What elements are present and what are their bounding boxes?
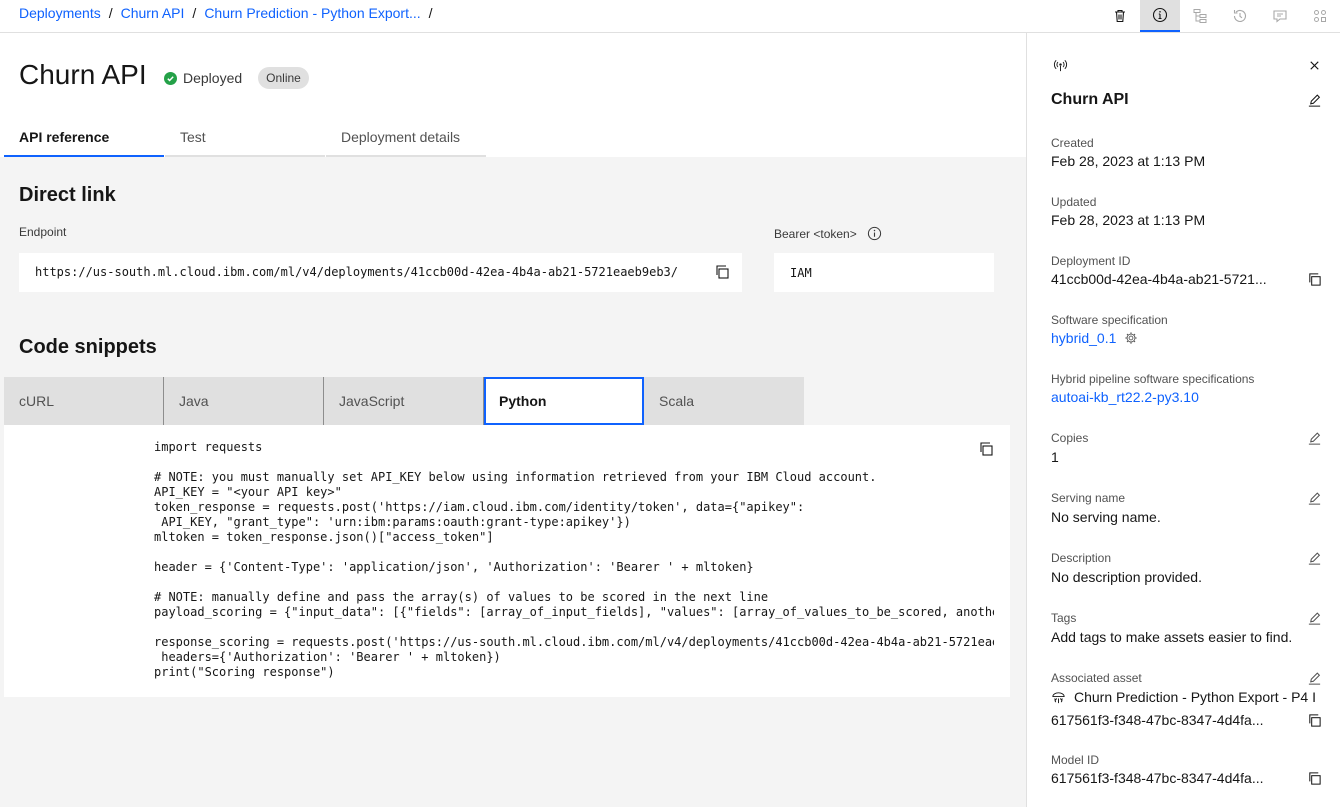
copy-code-button[interactable]	[976, 439, 996, 459]
edit-serving-name-icon[interactable]	[1305, 489, 1323, 507]
code-tab-curl[interactable]: cURL	[4, 377, 164, 425]
copy-deployment-id-icon[interactable]	[1305, 270, 1323, 288]
tags-label: Tags	[1051, 611, 1077, 625]
copies-label: Copies	[1051, 431, 1089, 445]
bearer-token-label: Bearer <token>	[774, 226, 857, 241]
page-title: Churn API	[19, 59, 147, 90]
copy-endpoint-button[interactable]	[712, 262, 732, 282]
associated-asset-row[interactable]: Churn Prediction - Python Export - P4 I	[1051, 689, 1321, 705]
associated-asset-id: 617561f3-f348-47bc-8347-4d4fa...	[1051, 712, 1264, 728]
tab-test[interactable]: Test	[165, 119, 325, 157]
trash-icon[interactable]	[1100, 0, 1140, 32]
edit-description-icon[interactable]	[1305, 549, 1323, 567]
breadcrumb-separator: /	[428, 5, 433, 21]
code-tab-python[interactable]: Python	[484, 377, 644, 425]
model-id-label: Model ID	[1051, 753, 1100, 767]
code-tab-scala[interactable]: Scala	[644, 377, 804, 425]
updated-value: Feb 28, 2023 at 1:13 PM	[1051, 212, 1206, 228]
model-icon	[1052, 691, 1065, 703]
description-label: Description	[1051, 551, 1112, 565]
code-snippet[interactable]: import requests # NOTE: you must manuall…	[154, 440, 994, 680]
deployment-status: Deployed Online	[164, 67, 309, 89]
description-value: No description provided.	[1051, 569, 1202, 585]
breadcrumb-churn-prediction[interactable]: Churn Prediction - Python Export...	[204, 5, 420, 21]
endpoint-label: Endpoint	[19, 225, 67, 239]
software-spec-link[interactable]: hybrid_0.1	[1051, 330, 1116, 346]
edit-asset-icon[interactable]	[1305, 669, 1323, 687]
checkmark-icon	[164, 71, 177, 85]
edit-copies-icon[interactable]	[1305, 429, 1323, 447]
breadcrumb: Deployments / Churn API / Churn Predicti…	[19, 5, 433, 21]
tab-api-reference[interactable]: API reference	[4, 119, 164, 157]
breadcrumb-churn-api[interactable]: Churn API	[121, 5, 185, 21]
code-tab-java[interactable]: Java	[164, 377, 324, 425]
apps-icon[interactable]	[1300, 0, 1340, 32]
close-icon[interactable]	[1305, 56, 1323, 74]
tab-deployment-details[interactable]: Deployment details	[326, 119, 486, 157]
top-bar: Deployments / Churn API / Churn Predicti…	[0, 0, 1340, 33]
associated-asset-name: Churn Prediction - Python Export - P4 I	[1074, 689, 1316, 705]
status-badge: Online	[258, 67, 309, 89]
copies-value: 1	[1051, 449, 1059, 465]
deployment-broadcast-icon	[1051, 56, 1069, 74]
status-label: Deployed	[183, 70, 243, 86]
serving-name-label: Serving name	[1051, 491, 1126, 505]
details-side-panel: Churn API Created Feb 28, 2023 at 1:13 P…	[1026, 33, 1340, 807]
main-content: Churn API Deployed Online API reference …	[0, 33, 1026, 807]
hybrid-spec-label: Hybrid pipeline software specifications	[1051, 372, 1255, 386]
panel-deployment-name: Churn API	[1051, 91, 1129, 108]
breadcrumb-separator: /	[192, 5, 197, 21]
bearer-token-label-group: Bearer <token>	[774, 226, 882, 241]
page-header: Churn API Deployed Online API reference …	[0, 33, 1026, 157]
code-tab-javascript[interactable]: JavaScript	[324, 377, 484, 425]
hybrid-spec-link[interactable]: autoai-kb_rt22.2-py3.10	[1051, 389, 1199, 405]
toolbar	[1100, 0, 1340, 32]
updated-label: Updated	[1051, 195, 1097, 209]
edit-name-icon[interactable]	[1305, 91, 1323, 109]
endpoint-value: https://us-south.ml.cloud.ibm.com/ml/v4/…	[35, 265, 678, 279]
chat-icon[interactable]	[1260, 0, 1300, 32]
info-tooltip-icon[interactable]	[867, 226, 882, 241]
breadcrumb-deployments[interactable]: Deployments	[19, 5, 101, 21]
page-tabs: API reference Test Deployment details	[4, 119, 487, 157]
hierarchy-icon[interactable]	[1180, 0, 1220, 32]
code-language-tabs: cURL Java JavaScript Python Scala	[4, 377, 804, 425]
settings-gear-icon[interactable]	[1124, 331, 1138, 345]
deployment-id-value: 41ccb00d-42ea-4b4a-ab21-5721...	[1051, 271, 1267, 287]
code-snippet-box: import requests # NOTE: you must manuall…	[4, 425, 1010, 697]
deployment-id-label: Deployment ID	[1051, 254, 1131, 268]
software-spec-label: Software specification	[1051, 313, 1168, 327]
edit-tags-icon[interactable]	[1305, 609, 1323, 627]
created-value: Feb 28, 2023 at 1:13 PM	[1051, 153, 1206, 169]
copy-model-id-icon[interactable]	[1305, 769, 1323, 787]
copy-asset-id-icon[interactable]	[1305, 711, 1323, 729]
software-spec-row: hybrid_0.1	[1051, 330, 1138, 346]
code-snippets-heading: Code snippets	[19, 336, 157, 358]
associated-asset-label: Associated asset	[1051, 671, 1142, 685]
serving-name-value: No serving name.	[1051, 509, 1161, 525]
model-id-value: 617561f3-f348-47bc-8347-4d4fa...	[1051, 770, 1264, 786]
bearer-token-field[interactable]: IAM	[774, 253, 994, 292]
endpoint-field[interactable]: https://us-south.ml.cloud.ibm.com/ml/v4/…	[19, 253, 742, 292]
history-icon[interactable]	[1220, 0, 1260, 32]
breadcrumb-separator: /	[108, 5, 113, 21]
created-label: Created	[1051, 136, 1094, 150]
tags-value: Add tags to make assets easier to find.	[1051, 629, 1293, 645]
direct-link-heading: Direct link	[19, 184, 116, 206]
info-icon[interactable]	[1140, 0, 1180, 32]
